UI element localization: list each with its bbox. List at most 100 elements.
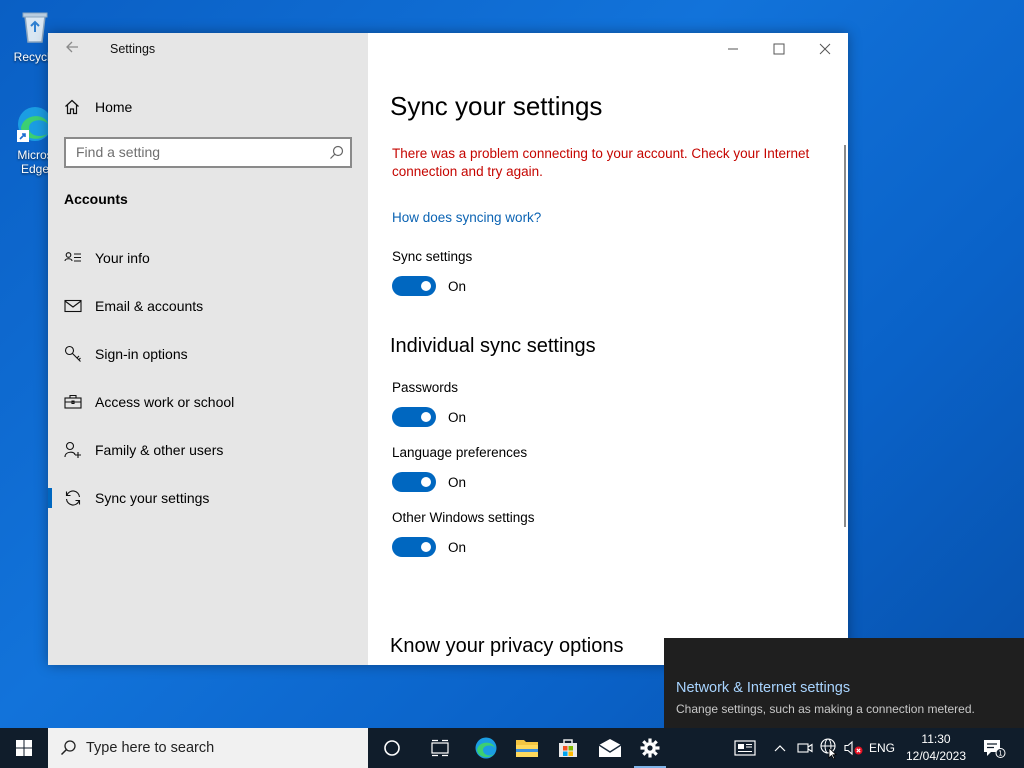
windows-logo-icon (16, 740, 32, 756)
store-button[interactable] (548, 728, 588, 768)
close-icon (819, 43, 831, 55)
mail-icon (598, 739, 622, 757)
toggle-knob (421, 477, 431, 487)
notification-count: 1 (998, 750, 1002, 758)
passwords-toggle[interactable] (392, 407, 436, 427)
clock[interactable]: 11:30 12/04/2023 (900, 731, 972, 765)
person-card-icon (64, 252, 81, 262)
start-button[interactable] (0, 728, 48, 768)
maximize-button[interactable] (756, 33, 802, 65)
mail-taskbar-button[interactable] (590, 728, 630, 768)
mail-icon (64, 299, 82, 313)
nav-item-access-work-school[interactable]: Access work or school (48, 384, 368, 420)
folder-icon (516, 740, 538, 757)
language-indicator[interactable]: ENG (866, 728, 898, 768)
sync-settings-toggle[interactable] (392, 276, 436, 296)
toast-text: Change settings, such as making a connec… (676, 702, 975, 716)
nav-item-label: Your info (95, 250, 150, 266)
find-setting-input[interactable]: Find a setting (64, 137, 352, 168)
settings-taskbar-button[interactable] (630, 728, 670, 768)
other-windows-settings-label: Other Windows settings (392, 510, 535, 525)
meet-now-button[interactable] (795, 728, 815, 768)
nav-item-sync-your-settings[interactable]: Sync your settings (48, 480, 368, 516)
privacy-options-heading: Know your privacy options (390, 635, 624, 657)
how-syncing-works-link[interactable]: How does syncing work? (392, 210, 541, 225)
globe-network-icon (820, 738, 837, 759)
taskbar: Type here to search ENG 11:30 12/04/2023… (0, 728, 1024, 768)
caption-buttons (710, 33, 848, 65)
back-button[interactable] (62, 40, 82, 58)
nav-item-sign-in-options[interactable]: Sign-in options (48, 336, 368, 372)
gear-icon (640, 738, 660, 758)
page-title: Sync your settings (390, 91, 603, 121)
nav-item-email-accounts[interactable]: Email & accounts (48, 288, 368, 324)
file-explorer-button[interactable] (507, 728, 547, 768)
person-add-icon (64, 441, 81, 458)
news-icon (734, 740, 756, 756)
network-toast[interactable]: Network & Internet settings Change setti… (664, 638, 1024, 728)
other-windows-settings-toggle[interactable] (392, 537, 436, 557)
language-preferences-label: Language preferences (392, 445, 528, 460)
nav-item-your-info[interactable]: Your info (48, 240, 368, 276)
cortana-circle-icon (384, 740, 400, 756)
window-title: Settings (110, 42, 156, 56)
nav-item-label: Sync your settings (95, 490, 210, 506)
toggle-knob (421, 281, 431, 291)
task-view-icon (431, 739, 449, 757)
toast-title[interactable]: Network & Internet settings (676, 680, 850, 696)
edge-taskbar-button[interactable] (466, 728, 506, 768)
clock-date: 12/04/2023 (905, 749, 967, 763)
nav-item-label: Access work or school (95, 394, 235, 410)
notification-icon: 1 (984, 740, 1006, 758)
search-icon (60, 740, 76, 756)
cortana-button[interactable] (372, 728, 412, 768)
volume-tray-button[interactable] (843, 728, 865, 768)
taskbar-search-box[interactable]: Type here to search (48, 728, 368, 768)
home-icon (65, 99, 79, 115)
passwords-label: Passwords (392, 380, 459, 395)
briefcase-icon (64, 394, 82, 409)
taskbar-search-placeholder: Type here to search (86, 740, 215, 756)
section-title: Accounts (64, 191, 128, 207)
home-link[interactable]: Home (64, 95, 132, 119)
toggle-knob (421, 542, 431, 552)
minimize-icon (728, 48, 738, 50)
volume-muted-icon (844, 740, 863, 756)
settings-window: Settings Home Find a setting Accounts Yo… (48, 33, 848, 665)
close-button[interactable] (802, 33, 848, 65)
content-pane: Sync your settings There was a problem c… (368, 33, 848, 665)
sync-settings-label: Sync settings (392, 249, 473, 264)
nav-item-label: Family & other users (95, 442, 224, 458)
nav-item-label: Email & accounts (95, 298, 204, 314)
camera-icon (797, 743, 813, 753)
error-message: There was a problem connecting to your a… (392, 146, 810, 179)
language-preferences-state: On (448, 475, 467, 490)
individual-sync-heading: Individual sync settings (390, 335, 596, 357)
home-label: Home (95, 99, 133, 115)
show-hidden-icons-button[interactable] (770, 728, 790, 768)
sync-settings-state: On (448, 279, 467, 294)
other-windows-settings-state: On (448, 540, 467, 555)
task-view-button[interactable] (420, 728, 460, 768)
search-placeholder: Find a setting (76, 144, 161, 160)
action-center-button[interactable]: 1 (980, 728, 1008, 768)
clock-time: 11:30 (921, 732, 951, 746)
title-bar[interactable]: Settings (48, 33, 368, 65)
store-icon (559, 739, 577, 757)
key-icon (64, 345, 81, 362)
network-tray-button[interactable] (818, 728, 840, 768)
nav-item-label: Sign-in options (95, 346, 188, 362)
edge-icon (475, 737, 497, 759)
nav-item-family-other-users[interactable]: Family & other users (48, 432, 368, 468)
language-preferences-toggle[interactable] (392, 472, 436, 492)
maximize-icon (773, 43, 785, 55)
search-icon (330, 145, 344, 159)
sync-icon (65, 490, 81, 506)
chevron-up-icon (774, 745, 786, 752)
minimize-button[interactable] (710, 33, 756, 65)
news-widget-button[interactable] (730, 728, 760, 768)
scrollbar[interactable] (844, 145, 846, 527)
back-arrow-icon (66, 41, 78, 53)
passwords-state: On (448, 410, 467, 425)
sidebar: Settings Home Find a setting Accounts Yo… (48, 33, 368, 665)
